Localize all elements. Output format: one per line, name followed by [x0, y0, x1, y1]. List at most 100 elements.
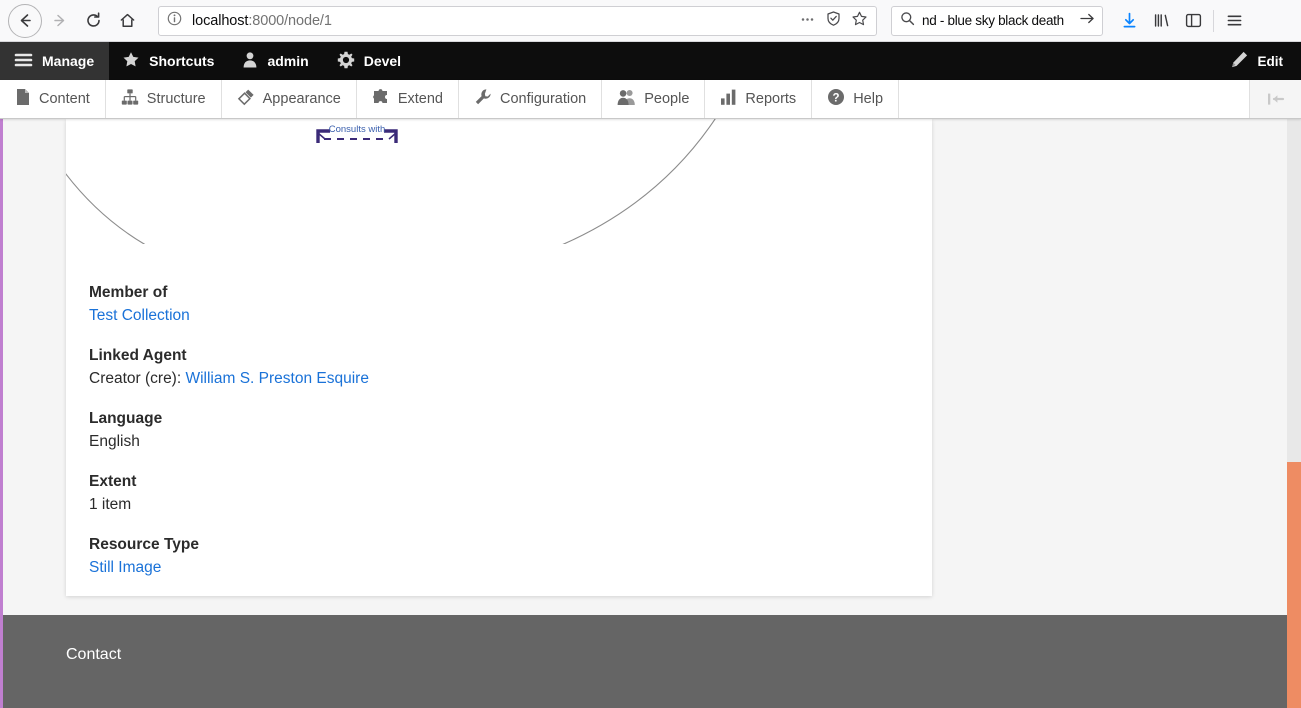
sidebar-icon — [1184, 11, 1203, 30]
downloads-button[interactable] — [1113, 5, 1145, 37]
search-go-icon[interactable] — [1079, 11, 1096, 31]
url-bar[interactable]: localhost:8000/node/1 — [158, 6, 877, 36]
back-button[interactable] — [8, 4, 42, 38]
sidebar-button[interactable] — [1177, 5, 1209, 37]
page-content-area: Consults with Member of Test Collection … — [0, 119, 1301, 708]
metadata-field-resource-type: Resource Type Still Image — [89, 534, 889, 578]
menu-item-people[interactable]: People — [602, 80, 705, 118]
page-scrollbar-thumb[interactable] — [1287, 462, 1301, 708]
menu-item-label: Appearance — [263, 91, 341, 107]
linked-agent-link[interactable]: William S. Preston Esquire — [185, 370, 368, 387]
drupal-admin-menu: Content Structure — [0, 80, 1301, 119]
download-icon — [1120, 11, 1139, 30]
toolbar-divider — [1213, 10, 1214, 32]
search-icon — [900, 11, 915, 31]
search-bar[interactable]: nd - blue sky black death — [891, 6, 1103, 36]
url-text: localhost:8000/node/1 — [192, 13, 790, 29]
page-info-icon[interactable] — [167, 11, 182, 31]
sitemap-icon — [121, 88, 139, 110]
menu-item-extend[interactable]: Extend — [357, 80, 459, 118]
menu-item-reports[interactable]: Reports — [705, 80, 812, 118]
reload-icon — [84, 11, 103, 30]
pencil-icon — [1230, 50, 1249, 72]
edit-button-label: Edit — [1258, 54, 1284, 69]
menu-item-label: Structure — [147, 91, 206, 107]
file-icon — [15, 88, 31, 110]
menu-item-label: Configuration — [500, 91, 586, 107]
toolbar-collapse-button[interactable] — [1250, 80, 1301, 118]
diagram-relationship-label: Consults with — [329, 124, 386, 135]
metadata-field-extent: Extent 1 item — [89, 471, 889, 515]
gear-icon — [337, 51, 355, 72]
menu-item-label: Content — [39, 91, 90, 107]
menu-item-configuration[interactable]: Configuration — [459, 80, 602, 118]
field-value: Creator (cre): William S. Preston Esquir… — [89, 368, 889, 389]
wrench-icon — [474, 88, 492, 110]
app-menu-button[interactable] — [1218, 5, 1250, 37]
field-label: Member of — [89, 282, 889, 303]
field-value: English — [89, 431, 889, 452]
field-label: Resource Type — [89, 534, 889, 555]
relationship-diagram: Consults with — [66, 119, 932, 244]
menu-item-appearance[interactable]: Appearance — [222, 80, 357, 118]
member-of-link[interactable]: Test Collection — [89, 307, 190, 324]
menu-item-help[interactable]: ? Help — [812, 80, 899, 118]
menu-item-label: Reports — [745, 91, 796, 107]
metadata-field-member-of: Member of Test Collection — [89, 282, 889, 326]
field-value-prefix: Creator (cre): — [89, 370, 185, 387]
bookmark-star-icon[interactable] — [851, 10, 868, 32]
menu-item-content[interactable]: Content — [0, 80, 106, 118]
field-label: Linked Agent — [89, 345, 889, 366]
toolbar-item-label: admin — [267, 53, 308, 69]
library-icon — [1152, 11, 1171, 30]
toolbar-item-admin[interactable]: admin — [229, 42, 323, 80]
toolbar-item-label: Devel — [364, 53, 401, 69]
menu-item-structure[interactable]: Structure — [106, 80, 222, 118]
star-icon — [122, 51, 140, 71]
reload-button[interactable] — [76, 4, 110, 38]
field-value: Test Collection — [89, 305, 889, 326]
question-mark-icon: ? — [827, 88, 845, 110]
svg-text:?: ? — [833, 92, 840, 104]
resource-type-link[interactable]: Still Image — [89, 559, 161, 576]
bar-chart-icon — [720, 88, 737, 110]
menu-item-label: Help — [853, 91, 883, 107]
page-actions-icon[interactable] — [799, 10, 816, 32]
node-content-card: Consults with Member of Test Collection … — [66, 119, 932, 596]
toolbar-item-devel[interactable]: Devel — [324, 42, 416, 80]
toolbar-item-manage[interactable]: Manage — [0, 42, 109, 80]
field-label: Language — [89, 408, 889, 429]
browser-toolbar: localhost:8000/node/1 — [0, 0, 1301, 42]
hamburger-menu-icon — [1225, 11, 1244, 30]
home-button[interactable] — [110, 4, 144, 38]
people-icon — [617, 88, 636, 110]
hamburger-menu-icon — [14, 52, 33, 71]
paintbrush-icon — [237, 88, 255, 110]
field-value: 1 item — [89, 494, 889, 515]
site-footer: Contact — [3, 615, 1301, 708]
forward-button[interactable] — [42, 4, 76, 38]
user-icon — [242, 51, 258, 71]
library-button[interactable] — [1145, 5, 1177, 37]
forward-arrow-icon — [50, 11, 69, 30]
drupal-admin-toolbar: Manage Shortcuts admin Devel — [0, 42, 1301, 80]
field-label: Extent — [89, 471, 889, 492]
admin-menu-spacer — [899, 80, 1250, 118]
search-input-value: nd - blue sky black death — [922, 13, 1075, 28]
menu-item-label: Extend — [398, 91, 443, 107]
toolbar-item-label: Shortcuts — [149, 53, 214, 69]
metadata-field-language: Language English — [89, 408, 889, 452]
toolbar-item-label: Manage — [42, 53, 94, 69]
footer-contact-link[interactable]: Contact — [66, 646, 121, 663]
home-icon — [118, 11, 137, 30]
metadata-field-list: Member of Test Collection Linked Agent C… — [89, 282, 889, 597]
field-value: Still Image — [89, 557, 889, 578]
toolbar-item-shortcuts[interactable]: Shortcuts — [109, 42, 229, 80]
shield-icon[interactable] — [825, 10, 842, 32]
back-arrow-icon — [16, 11, 35, 30]
diagram-arc — [66, 119, 766, 244]
puzzle-piece-icon — [372, 88, 390, 110]
edit-button[interactable]: Edit — [1218, 42, 1301, 80]
toolbar-spacer — [416, 42, 1217, 80]
page-scrollbar-track[interactable] — [1287, 119, 1301, 708]
